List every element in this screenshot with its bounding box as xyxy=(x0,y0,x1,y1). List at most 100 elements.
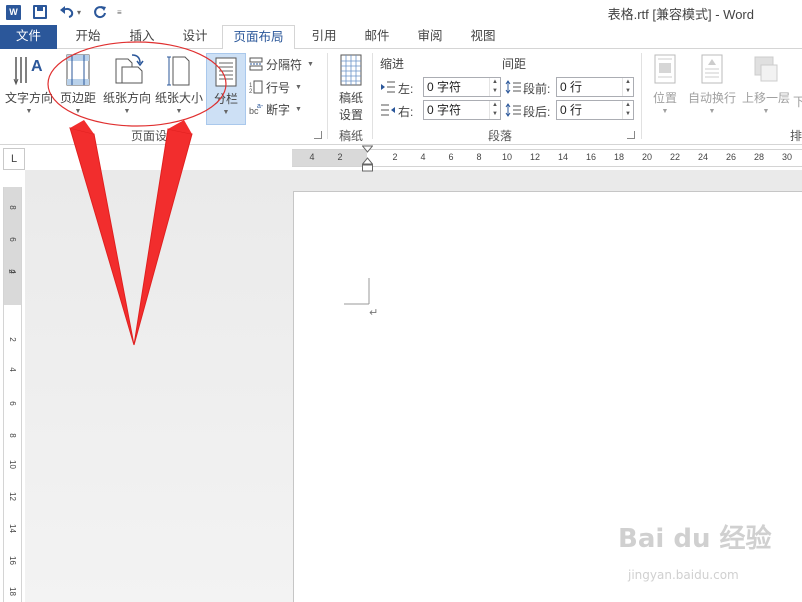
columns-button[interactable]: 分栏 ▼ xyxy=(206,53,246,125)
line-numbers-icon: 12 xyxy=(249,80,263,95)
spin-arrows-icon[interactable]: ▲ ▼ xyxy=(622,101,633,119)
tab-file[interactable]: 文件 xyxy=(0,25,57,49)
margins-icon xyxy=(64,53,92,87)
group-separator xyxy=(327,53,328,139)
ruler-tick-label: 14 xyxy=(8,524,17,533)
margins-button[interactable]: 页边距 ▼ xyxy=(57,53,99,121)
chevron-down-icon: ▼ xyxy=(661,108,669,115)
spacing-header: 间距 xyxy=(502,57,527,71)
spacing-after-input[interactable]: 0 行 ▲ ▼ xyxy=(556,100,634,120)
tab-view[interactable]: 视图 xyxy=(460,25,506,49)
breaks-icon xyxy=(249,57,263,71)
spin-arrows-icon[interactable]: ▲ ▼ xyxy=(489,101,500,119)
group-separator xyxy=(372,53,373,139)
chevron-down-icon: ▼ xyxy=(295,83,302,91)
ruler-tick-label: 12 xyxy=(529,152,540,162)
ruler-tick-label: 2 xyxy=(8,337,17,342)
ruler-tick-label: 16 xyxy=(585,152,596,162)
spacing-after-icon xyxy=(505,103,521,120)
manuscript-settings-button[interactable]: 稿纸 设置 xyxy=(333,53,369,122)
indent-right-label: 右: xyxy=(398,105,414,119)
chevron-down-icon: ▼ xyxy=(175,108,183,115)
chevron-down-icon: ▼ xyxy=(762,108,770,115)
indent-left-label: 左: xyxy=(398,82,414,96)
chevron-down-icon: ▼ xyxy=(25,108,33,115)
tab-insert[interactable]: 插入 xyxy=(119,25,165,49)
tab-review[interactable]: 审阅 xyxy=(407,25,453,49)
chevron-down-icon: ▼ xyxy=(708,108,716,115)
ruler-tick-label: 26 xyxy=(725,152,736,162)
spacing-before-input[interactable]: 0 行 ▲ ▼ xyxy=(556,77,634,97)
ribbon: A 文字方向 ▼ 页边距 ▼ 纸张方向 ▼ 纸张大小 ▼ 分栏 ▼ 分隔符 ▼ … xyxy=(0,49,802,145)
indent-right-input[interactable]: 0 字符 ▲ ▼ xyxy=(423,100,501,120)
indent-right-icon xyxy=(381,104,395,119)
word-app-icon[interactable]: W xyxy=(6,3,21,21)
position-button[interactable]: 位置 ▼ xyxy=(648,53,682,121)
ruler-tick-label: 4 xyxy=(309,152,315,162)
ruler-tick-label: 4 xyxy=(420,152,426,162)
ruler-tick-label: 2 xyxy=(7,269,16,274)
ruler-tick-label: 22 xyxy=(669,152,680,162)
text-direction-button[interactable]: A 文字方向 ▼ xyxy=(4,53,54,121)
ruler-tick-label: 6 xyxy=(8,401,17,406)
chevron-down-icon: ▼ xyxy=(222,109,230,116)
breaks-button[interactable]: 分隔符 ▼ xyxy=(249,54,314,74)
orientation-button[interactable]: 纸张方向 ▼ xyxy=(100,53,154,121)
ruler-tick-label: 10 xyxy=(501,152,512,162)
ruler-tick-label: 12 xyxy=(8,492,17,501)
indent-left-input[interactable]: 0 字符 ▲ ▼ xyxy=(423,77,501,97)
ruler-tick-label: 24 xyxy=(697,152,708,162)
hyphenation-icon: bc a- xyxy=(249,102,264,116)
customize-qat-icon[interactable]: ≡ xyxy=(117,8,122,17)
group-separator xyxy=(641,53,642,139)
manuscript-icon xyxy=(338,53,364,87)
ruler-tick-label: 6 xyxy=(8,237,17,242)
chevron-down-icon: ▼ xyxy=(74,108,82,115)
window-title: 表格.rtf [兼容模式] - Word xyxy=(607,7,754,22)
tab-mailings[interactable]: 邮件 xyxy=(354,25,400,49)
spacing-after-label: 段后: xyxy=(523,105,551,119)
tab-home[interactable]: 开始 xyxy=(65,25,111,49)
tab-selector[interactable]: L xyxy=(3,148,25,170)
hyphenation-button[interactable]: bc a- 断字 ▼ xyxy=(249,99,302,119)
position-icon xyxy=(653,53,677,87)
arrange-group-label: 排 xyxy=(789,129,802,143)
ruler-tick-label: 8 xyxy=(476,152,482,162)
vertical-ruler[interactable]: 8 6 4 2 4 6 8 10 12 14 16 18 xyxy=(3,187,22,602)
ruler-tick-label: 2 xyxy=(337,152,343,162)
redo-icon[interactable] xyxy=(93,3,107,21)
quick-access-toolbar: W ▾ ≡ xyxy=(6,3,122,21)
ruler-tick-label: 8 xyxy=(8,205,17,210)
tab-references[interactable]: 引用 xyxy=(302,25,346,49)
undo-dropdown-icon[interactable]: ▾ xyxy=(77,8,81,17)
spin-arrows-icon[interactable]: ▲ ▼ xyxy=(622,78,633,96)
tab-page-layout[interactable]: 页面布局 xyxy=(222,25,295,50)
svg-text:a-: a- xyxy=(257,103,263,110)
size-button[interactable]: 纸张大小 ▼ xyxy=(153,53,205,121)
indent-marker-icon[interactable] xyxy=(361,145,374,173)
paper-size-icon xyxy=(165,53,193,87)
undo-icon[interactable] xyxy=(59,3,75,21)
line-numbers-button[interactable]: 12 行号 ▼ xyxy=(249,77,302,97)
indent-left-icon xyxy=(381,81,395,96)
ruler-tick-label: 2 xyxy=(392,152,398,162)
save-icon[interactable] xyxy=(33,3,47,21)
svg-text:2: 2 xyxy=(249,89,253,94)
page-setup-launcher-icon[interactable] xyxy=(314,131,322,139)
wrap-text-button[interactable]: 自动换行 ▼ xyxy=(687,53,737,121)
ribbon-tabs: 文件 开始 插入 设计 页面布局 引用 邮件 审阅 视图 xyxy=(0,25,802,50)
chevron-down-icon: ▼ xyxy=(123,108,131,115)
ruler-tick-label: 18 xyxy=(8,587,17,596)
paragraph-group-label: 段落 xyxy=(487,129,512,143)
bring-forward-button[interactable]: 上移一层 ▼ xyxy=(741,53,791,121)
title-bar: W ▾ ≡ 表格.rtf [兼容模式] - Word xyxy=(0,0,802,25)
ruler-tick-label: 30 xyxy=(781,152,792,162)
paragraph-mark-icon: ↵ xyxy=(369,307,379,319)
paragraph-launcher-icon[interactable] xyxy=(627,131,635,139)
tab-design[interactable]: 设计 xyxy=(172,25,218,49)
wrap-text-icon xyxy=(700,53,724,87)
send-backward-button[interactable]: 下 xyxy=(793,91,802,111)
spin-arrows-icon[interactable]: ▲ ▼ xyxy=(489,78,500,96)
ruler-tick-label: 6 xyxy=(448,152,454,162)
ruler-tick-label: 28 xyxy=(753,152,764,162)
